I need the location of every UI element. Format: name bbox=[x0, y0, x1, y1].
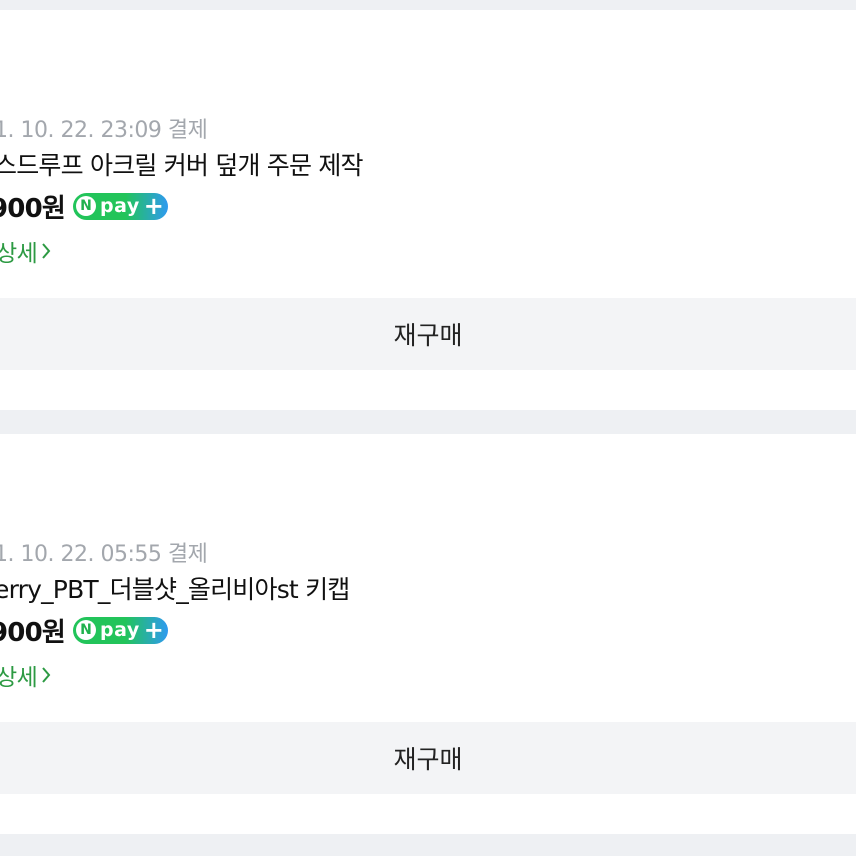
naver-pay-icon: N pay + bbox=[73, 192, 168, 220]
npay-n-badge: N bbox=[76, 620, 96, 640]
order-card: 1. 10. 22. 05:55 결제 erry_PBT_더블샷_올리비아st … bbox=[0, 434, 856, 834]
order-date: 1. 10. 22. 05:55 결제 bbox=[0, 542, 208, 567]
npay-plus-icon: + bbox=[143, 192, 164, 220]
chevron-right-icon bbox=[42, 243, 51, 259]
npay-n-badge: N bbox=[76, 196, 96, 216]
order-date: 1. 10. 22. 23:09 결제 bbox=[0, 118, 208, 143]
detail-link[interactable]: 상세 bbox=[0, 658, 51, 692]
chevron-right-icon bbox=[42, 667, 51, 683]
order-title: erry_PBT_더블샷_올리비아st 키캡 bbox=[0, 575, 350, 604]
rebuy-button[interactable]: 재구매 bbox=[0, 298, 856, 370]
npay-label: pay bbox=[100, 619, 140, 641]
detail-label: 상세 bbox=[0, 665, 38, 691]
detail-link[interactable]: 상세 bbox=[0, 234, 51, 268]
price-row: 900원 N pay + bbox=[0, 610, 168, 650]
rebuy-button[interactable]: 재구매 bbox=[0, 722, 856, 794]
naver-pay-icon: N pay + bbox=[73, 616, 168, 644]
order-price: 900원 bbox=[0, 617, 66, 648]
price-row: 900원 N pay + bbox=[0, 186, 168, 226]
detail-label: 상세 bbox=[0, 241, 38, 267]
npay-label: pay bbox=[100, 195, 140, 217]
order-price: 900원 bbox=[0, 193, 66, 224]
order-card: 1. 10. 22. 23:09 결제 스드루프 아크릴 커버 덮개 주문 제작… bbox=[0, 10, 856, 410]
npay-plus-icon: + bbox=[143, 616, 164, 644]
order-title: 스드루프 아크릴 커버 덮개 주문 제작 bbox=[0, 151, 364, 180]
